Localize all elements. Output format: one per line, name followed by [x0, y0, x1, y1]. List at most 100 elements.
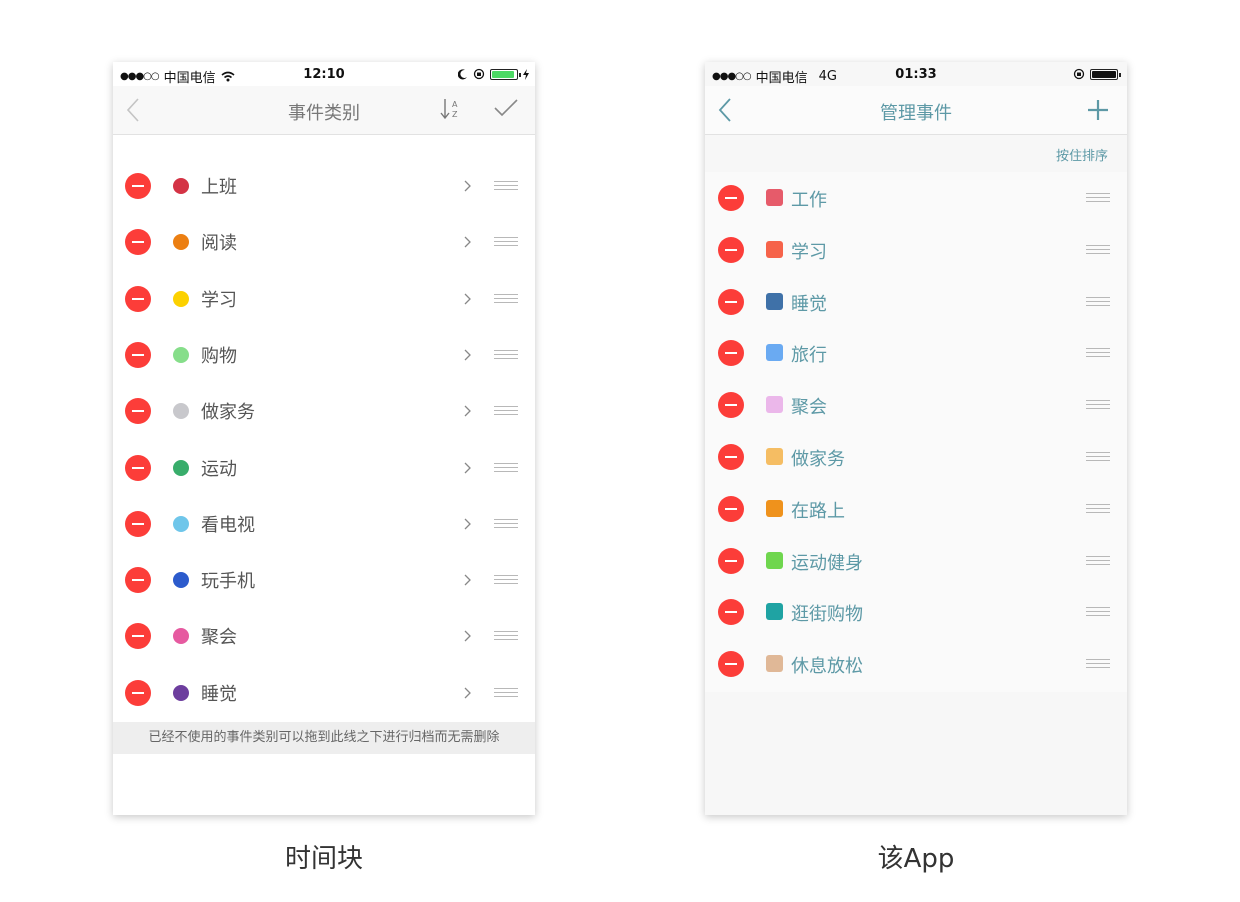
- category-row[interactable]: 上班: [113, 158, 535, 214]
- event-label: 工作: [791, 190, 827, 211]
- chevron-right-icon[interactable]: [464, 630, 472, 642]
- delete-icon[interactable]: [718, 340, 744, 367]
- category-label: 运动: [201, 458, 237, 480]
- category-row[interactable]: 做家务: [113, 383, 535, 439]
- drag-handle-icon[interactable]: [1086, 659, 1110, 671]
- category-row[interactable]: 看电视: [113, 496, 535, 552]
- category-row[interactable]: 聚会: [113, 608, 535, 664]
- page-title: 事件类别: [288, 103, 360, 124]
- color-square: [766, 655, 783, 673]
- color-square: [766, 603, 783, 621]
- event-row[interactable]: 休息放松: [705, 638, 1127, 690]
- drag-handle-icon[interactable]: [1086, 503, 1110, 516]
- drag-handle-icon[interactable]: [494, 518, 518, 531]
- event-row[interactable]: 工作: [705, 172, 1127, 224]
- event-row[interactable]: 睡觉: [705, 276, 1127, 328]
- rotation-lock-icon: [473, 68, 485, 80]
- event-row[interactable]: 运动健身: [705, 535, 1127, 587]
- drag-handle-icon[interactable]: [1086, 296, 1110, 309]
- checkmark-icon[interactable]: [494, 99, 518, 117]
- category-row[interactable]: 睡觉: [113, 665, 535, 721]
- category-label: 上班: [201, 177, 237, 198]
- chevron-right-icon[interactable]: [464, 293, 472, 305]
- chevron-right-icon[interactable]: [464, 462, 472, 474]
- archive-hint: 已经不使用的事件类别可以拖到此线之下进行归档而无需删除: [113, 722, 535, 754]
- delete-icon[interactable]: [125, 341, 151, 368]
- delete-icon[interactable]: [125, 398, 151, 425]
- drag-handle-icon[interactable]: [1086, 555, 1110, 568]
- chevron-right-icon[interactable]: [464, 574, 472, 586]
- delete-icon[interactable]: [718, 547, 744, 574]
- chevron-right-icon[interactable]: [464, 687, 472, 699]
- color-dot: [173, 572, 189, 589]
- page-title: 管理事件: [880, 103, 952, 124]
- delete-icon[interactable]: [718, 599, 744, 626]
- drag-handle-icon[interactable]: [1086, 244, 1110, 257]
- category-row[interactable]: 阅读: [113, 214, 535, 270]
- event-row[interactable]: 学习: [705, 224, 1127, 276]
- drag-handle-icon[interactable]: [494, 462, 518, 475]
- plus-icon[interactable]: [1087, 99, 1109, 121]
- drag-handle-icon[interactable]: [494, 406, 518, 418]
- drag-handle-icon[interactable]: [1086, 193, 1110, 205]
- drag-handle-icon[interactable]: [1086, 400, 1110, 412]
- chevron-right-icon[interactable]: [464, 405, 472, 417]
- drag-handle-icon[interactable]: [494, 631, 518, 643]
- delete-icon[interactable]: [718, 651, 744, 678]
- category-label: 聚会: [201, 627, 237, 649]
- battery-icon: [1090, 68, 1121, 80]
- event-row[interactable]: 逛街购物: [705, 586, 1127, 638]
- event-row[interactable]: 在路上: [705, 483, 1127, 535]
- event-row[interactable]: 做家务: [705, 431, 1127, 483]
- chevron-right-icon[interactable]: [464, 236, 472, 248]
- caption-right: 该App: [877, 844, 955, 874]
- delete-icon[interactable]: [125, 567, 151, 594]
- color-dot: [173, 628, 189, 645]
- color-square: [766, 551, 783, 569]
- color-square: [766, 499, 783, 517]
- drag-handle-icon[interactable]: [1086, 348, 1110, 360]
- sort-hint: 按住排序: [1055, 149, 1108, 164]
- delete-icon[interactable]: [125, 173, 151, 199]
- event-label: 在路上: [791, 500, 845, 522]
- drag-handle-icon[interactable]: [494, 293, 518, 306]
- delete-icon[interactable]: [125, 229, 151, 256]
- drag-handle-icon[interactable]: [494, 349, 518, 362]
- nav-bar: 事件类别 A Z: [113, 86, 535, 135]
- delete-icon[interactable]: [125, 510, 151, 537]
- delete-icon[interactable]: [718, 444, 744, 470]
- color-dot: [173, 459, 189, 476]
- nav-bar: 管理事件: [705, 86, 1127, 135]
- delete-icon[interactable]: [718, 495, 744, 522]
- color-dot: [173, 234, 189, 251]
- drag-handle-icon[interactable]: [1086, 452, 1110, 464]
- delete-icon[interactable]: [718, 236, 744, 263]
- drag-handle-icon[interactable]: [494, 237, 518, 249]
- delete-icon[interactable]: [125, 623, 151, 650]
- color-dot: [173, 178, 189, 194]
- event-row[interactable]: 旅行: [705, 327, 1127, 379]
- category-label: 睡觉: [201, 683, 237, 705]
- event-label: 运动健身: [791, 552, 863, 574]
- delete-icon[interactable]: [125, 285, 151, 312]
- color-dot: [173, 684, 189, 701]
- drag-handle-icon[interactable]: [494, 687, 518, 700]
- chevron-right-icon[interactable]: [464, 349, 472, 361]
- category-row[interactable]: 购物: [113, 327, 535, 383]
- category-row[interactable]: 玩手机: [113, 552, 535, 608]
- delete-icon[interactable]: [125, 454, 151, 481]
- drag-handle-icon[interactable]: [494, 181, 518, 193]
- sort-az-icon[interactable]: A Z: [439, 97, 461, 121]
- delete-icon[interactable]: [718, 185, 744, 211]
- drag-handle-icon[interactable]: [494, 575, 518, 587]
- event-row[interactable]: 聚会: [705, 379, 1127, 431]
- delete-icon[interactable]: [718, 392, 744, 419]
- category-row[interactable]: 运动: [113, 440, 535, 496]
- chevron-right-icon[interactable]: [464, 180, 472, 192]
- delete-icon[interactable]: [718, 288, 744, 315]
- drag-handle-icon[interactable]: [1086, 607, 1110, 619]
- chevron-right-icon[interactable]: [464, 518, 472, 530]
- event-label: 逛街购物: [791, 604, 863, 626]
- category-row[interactable]: 学习: [113, 271, 535, 327]
- delete-icon[interactable]: [125, 679, 151, 706]
